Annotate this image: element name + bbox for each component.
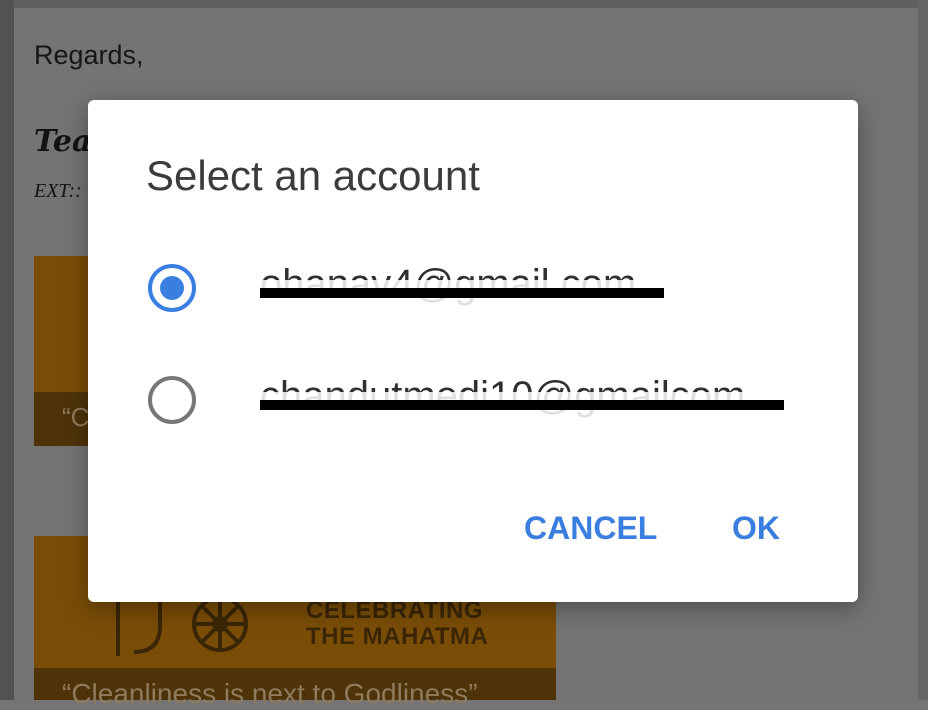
email-closing: Regards,: [34, 40, 144, 70]
banner-2-title-line2: THE MAHATMA: [306, 623, 489, 650]
cancel-button[interactable]: CANCEL: [524, 510, 657, 547]
select-account-dialog: Select an account ohanav4@gmail.com chan…: [88, 100, 858, 602]
account-option-2[interactable]: chandutmedi10@gmailcom: [148, 370, 790, 430]
dialog-title: Select an account: [146, 152, 480, 199]
signature-name: Tea: [34, 124, 92, 159]
redaction-bar: [260, 288, 664, 298]
right-edge: [918, 0, 928, 700]
left-edge: [0, 0, 14, 700]
banner-1-quote: “C: [62, 402, 90, 432]
dialog-actions: CANCEL OK: [88, 504, 858, 560]
ok-button[interactable]: OK: [732, 510, 780, 547]
top-bar: [0, 0, 928, 8]
radio-unchecked-icon[interactable]: [148, 376, 196, 424]
signature-ext: EXT::: [34, 180, 82, 202]
redaction-bar: [260, 400, 784, 410]
radio-checked-icon[interactable]: [148, 264, 196, 312]
banner-2-title: CELEBRATING THE MAHATMA: [306, 598, 488, 650]
banner-2-quote: “Cleanliness is next to Godliness”: [62, 678, 478, 709]
account-option-1[interactable]: ohanav4@gmail.com: [148, 258, 788, 318]
